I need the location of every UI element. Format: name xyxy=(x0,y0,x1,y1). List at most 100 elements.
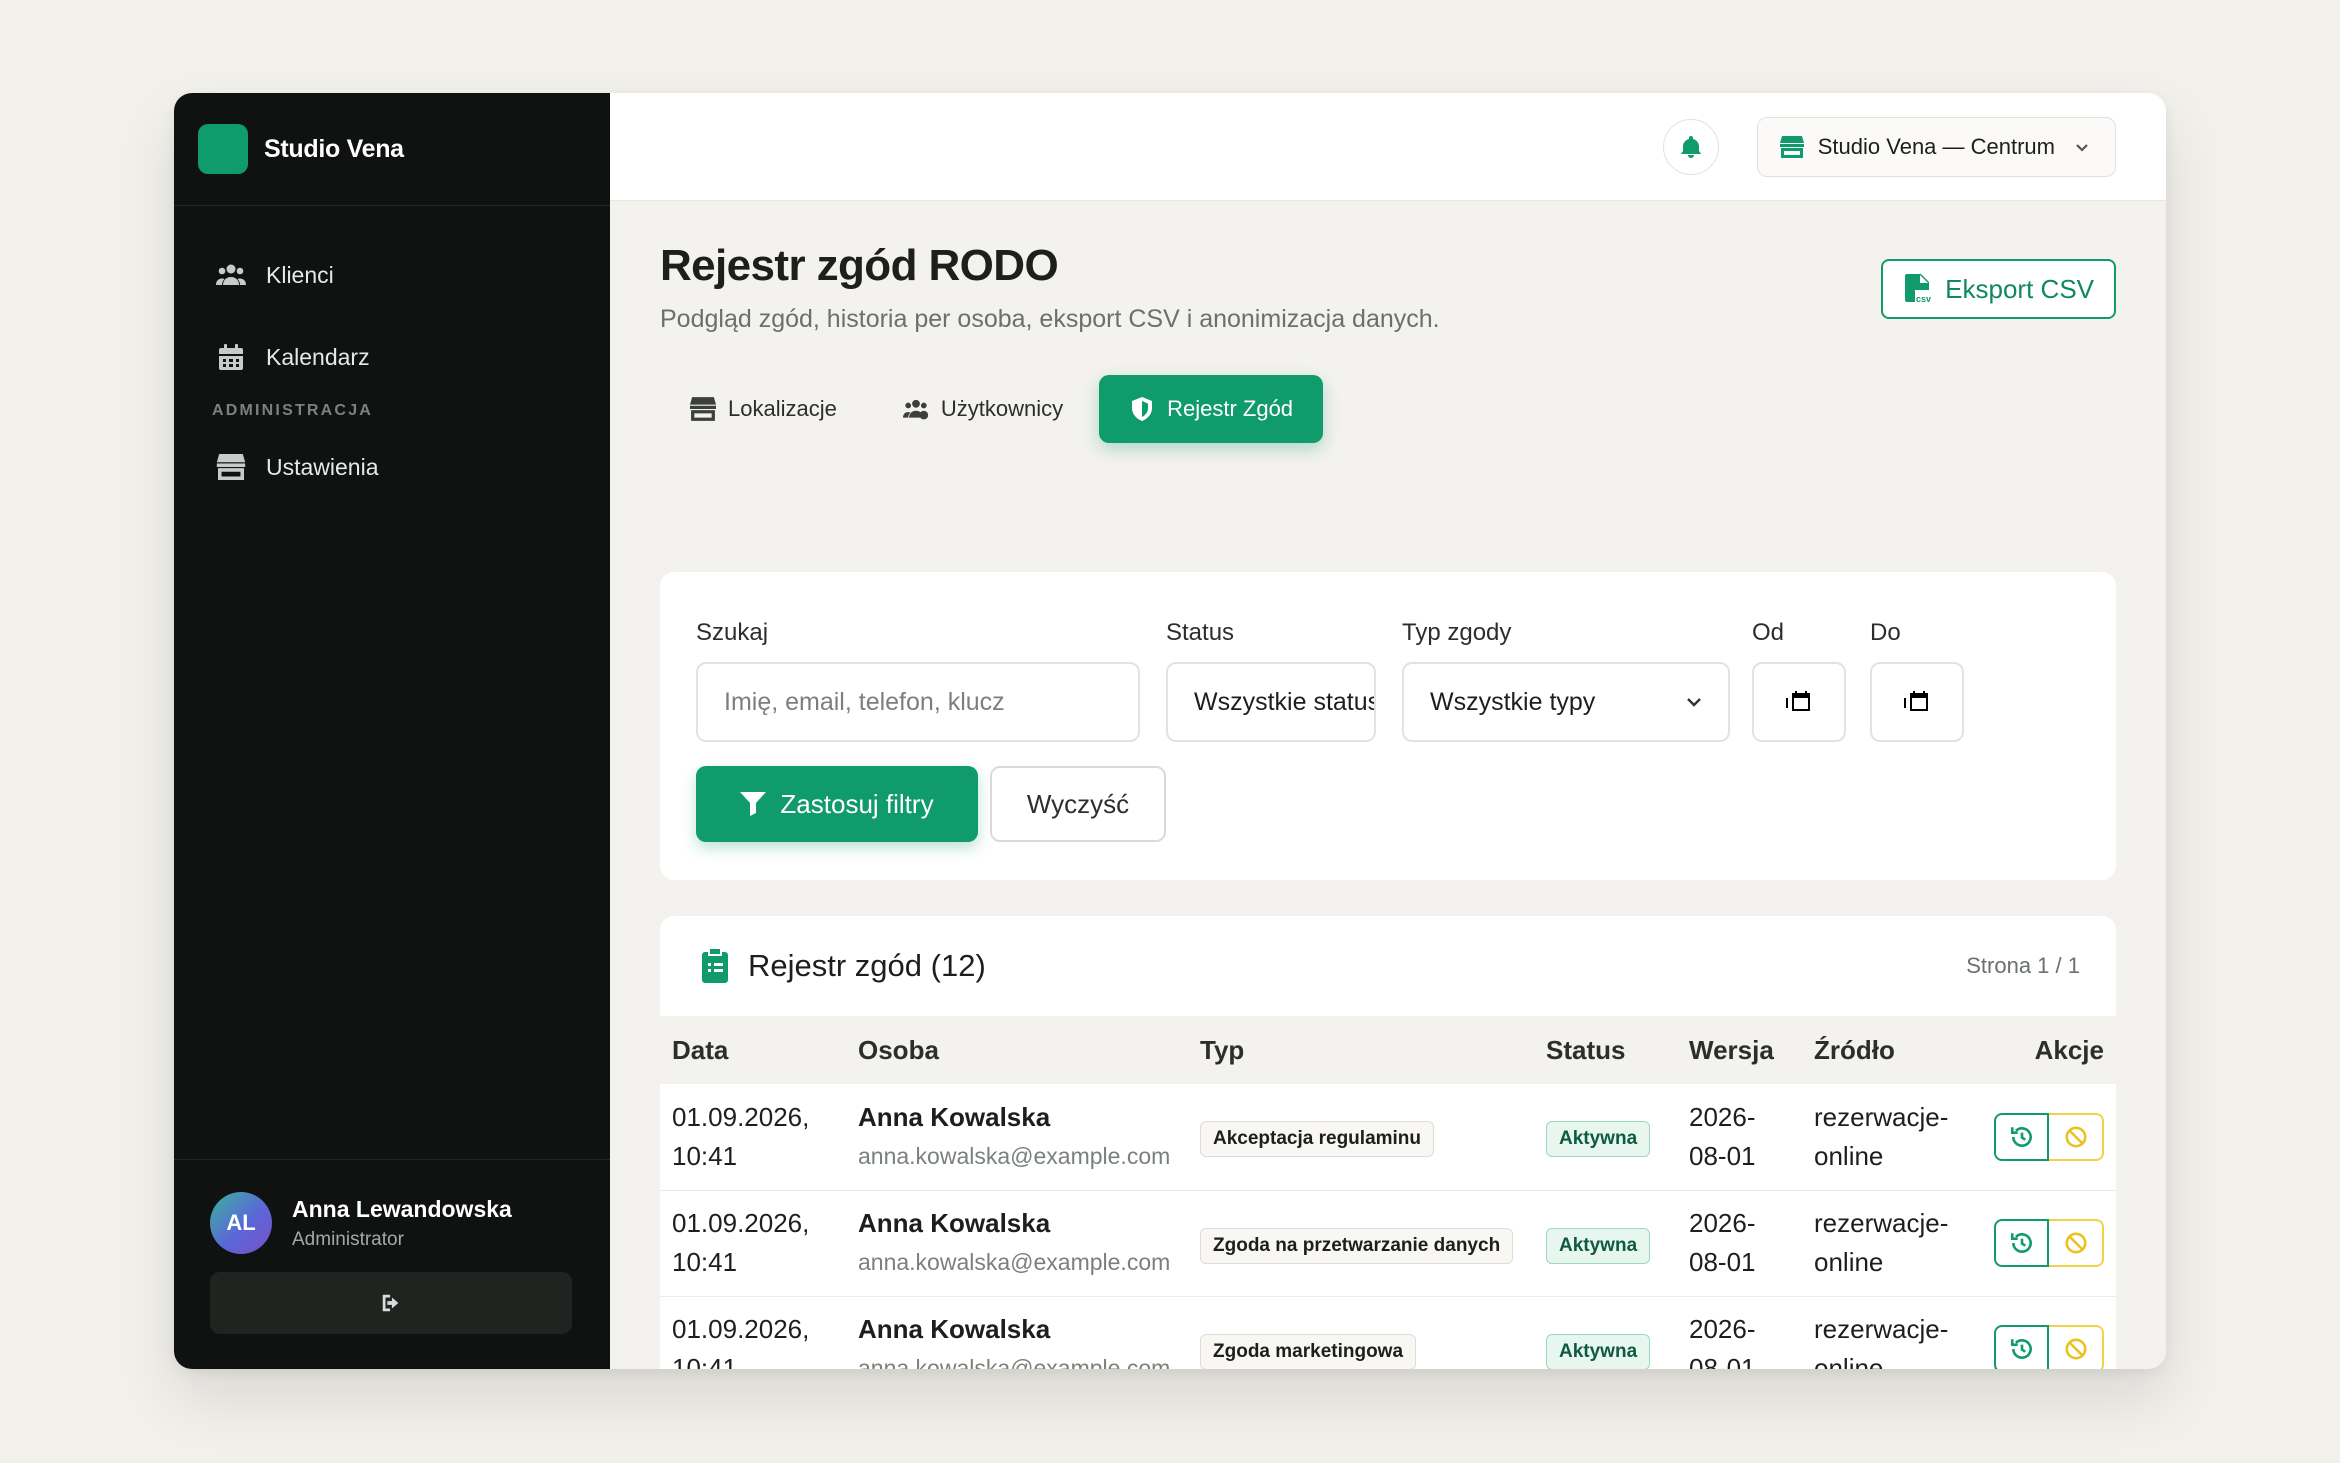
type-cell: Zgoda marketingowa xyxy=(1188,1296,1534,1369)
status-label: Status xyxy=(1166,619,1235,646)
history-button[interactable] xyxy=(1994,1112,2050,1161)
history-button[interactable] xyxy=(1994,1219,2050,1267)
search-label: Szukaj xyxy=(696,619,769,646)
sidebar-footer: AL Anna Lewandowska Administrator xyxy=(174,1159,610,1369)
export-csv-button[interactable]: csv Eksport CSV xyxy=(1881,259,2116,319)
app-window: Studio Vena Klienci Kalendarz ADMINISTRA… xyxy=(174,93,2166,1369)
version-cell: 2026- 08-01 xyxy=(1689,1101,1756,1171)
sidebar-item-label: Kalendarz xyxy=(266,343,370,370)
logout-button[interactable] xyxy=(210,1272,572,1334)
store-icon xyxy=(216,454,246,480)
location-select[interactable]: Studio Vena — Centrum xyxy=(1756,116,2116,177)
person-name: Anna Kowalska xyxy=(858,1101,1051,1132)
calendar-icon xyxy=(1786,691,1810,711)
column-header[interactable]: Status xyxy=(1534,1016,1677,1084)
consent-type-badge: Akceptacja regulaminu xyxy=(1200,1121,1435,1158)
status-cell: Aktywna xyxy=(1534,1190,1677,1296)
table-row[interactable]: 01.09.2026, 10:41 Anna Kowalska anna.kowal… xyxy=(660,1296,2116,1369)
consent-type-select[interactable]: Wszystkie typy xyxy=(1402,662,1730,742)
person-cell: Anna Kowalska anna.kowalska@example.com xyxy=(846,1084,1188,1190)
status-select[interactable]: Wszystkie statusy xyxy=(1166,662,1376,742)
consent-type-badge: Zgoda marketingowa xyxy=(1200,1333,1417,1369)
tab-consent-registry[interactable]: Rejestr Zgód xyxy=(1099,375,1324,443)
anonymize-button[interactable] xyxy=(2049,1325,2104,1369)
location-select-value: Studio Vena — Centrum xyxy=(1817,133,2055,159)
user-profile[interactable]: AL Anna Lewandowska Administrator xyxy=(210,1192,574,1254)
sidebar-item-label: Ustawienia xyxy=(266,453,379,480)
column-header[interactable]: Osoba xyxy=(846,1016,1188,1084)
brand-logo xyxy=(198,124,248,174)
chevron-down-icon xyxy=(2076,143,2088,152)
history-button[interactable] xyxy=(1994,1325,2050,1369)
users-icon xyxy=(216,264,246,285)
user-name: Anna Lewandowska xyxy=(292,1195,512,1222)
date-cell: 01.09.2026, 10:41 xyxy=(672,1314,810,1369)
anonymize-button[interactable] xyxy=(2049,1219,2104,1267)
tab-users[interactable]: Użytkownicy xyxy=(873,375,1093,443)
version-cell: 2026- 08-01 xyxy=(1689,1314,1756,1369)
store-icon xyxy=(690,397,716,421)
svg-text:csv: csv xyxy=(1916,294,1931,304)
apply-filters-button[interactable]: Zastosuj filtry xyxy=(696,766,978,842)
store-icon xyxy=(1779,135,1804,158)
status-cell: Aktywna xyxy=(1534,1084,1677,1190)
sidebar-item-settings[interactable]: Ustawienia xyxy=(174,426,610,508)
page-title: Rejestr zgód RODO xyxy=(660,241,1059,290)
page-subtitle: Podgląd zgód, historia per osoba, ekspor… xyxy=(660,305,1440,333)
topbar: Studio Vena — Centrum xyxy=(610,93,2166,201)
consent-type-badge: Zgoda na przetwarzanie danych xyxy=(1200,1227,1514,1264)
consent-type-label: Typ zgody xyxy=(1402,619,1512,646)
sidebar-nav: Klienci Kalendarz ADMINISTRACJA Ustawien… xyxy=(174,206,610,508)
export-csv-label: Eksport CSV xyxy=(1945,273,2094,304)
sidebar: Studio Vena Klienci Kalendarz ADMINISTRA… xyxy=(174,93,610,1369)
chevron-down-icon xyxy=(1687,698,1701,707)
table-row[interactable]: 01.09.2026, 10:41 Anna Kowalska anna.kowal… xyxy=(660,1084,2116,1190)
person-email: anna.kowalska@example.com xyxy=(858,1249,1171,1275)
tab-label: Rejestr Zgód xyxy=(1167,396,1294,421)
column-header[interactable]: Źródło xyxy=(1802,1016,1982,1084)
page-header: Rejestr zgód RODO Podgląd zgód, historia… xyxy=(660,201,2116,371)
table-title: Rejestr zgód (12) xyxy=(748,948,986,983)
sidebar-item-calendar[interactable]: Kalendarz xyxy=(174,316,610,398)
search-input[interactable]: Imię, email, telefon, klucz xyxy=(696,662,1140,742)
avatar: AL xyxy=(210,1192,272,1254)
table-row[interactable]: 01.09.2026, 10:41 Anna Kowalska anna.kowal… xyxy=(660,1190,2116,1296)
user-role: Administrator xyxy=(292,1228,404,1250)
type-cell: Akceptacja regulaminu xyxy=(1188,1084,1534,1190)
date-cell: 01.09.2026, 10:41 xyxy=(672,1208,810,1277)
brand[interactable]: Studio Vena xyxy=(174,93,610,206)
consent-type-value: Wszystkie typy xyxy=(1430,687,1596,716)
notifications-button[interactable] xyxy=(1662,118,1719,175)
page-content: Rejestr zgód RODO Podgląd zgód, historia… xyxy=(660,201,2116,1369)
ban-icon xyxy=(2064,1232,2087,1254)
date-from-input[interactable] xyxy=(1752,662,1846,742)
tab-label: Lokalizacje xyxy=(728,396,837,421)
person-email: anna.kowalska@example.com xyxy=(858,1355,1171,1369)
clipboard-icon xyxy=(702,949,728,983)
brand-name: Studio Vena xyxy=(264,134,404,163)
ban-icon xyxy=(2064,1126,2087,1148)
person-name: Anna Kowalska xyxy=(858,1208,1051,1238)
filter-icon xyxy=(740,792,767,816)
date-cell: 01.09.2026, 10:41 xyxy=(672,1101,810,1171)
person-name: Anna Kowalska xyxy=(858,1314,1051,1344)
filter-panel: Szukaj Imię, email, telefon, klucz Statu… xyxy=(660,572,2116,880)
person-cell: Anna Kowalska anna.kowalska@example.com xyxy=(846,1296,1188,1369)
tabs: Lokalizacje Użytkownicy Rejestr Zgód xyxy=(660,375,1329,443)
column-header[interactable]: Wersja xyxy=(1677,1016,1802,1084)
column-header[interactable]: Typ xyxy=(1188,1016,1534,1084)
calendar-icon xyxy=(219,344,243,370)
anonymize-button[interactable] xyxy=(2049,1112,2104,1161)
history-icon xyxy=(2010,1233,2032,1253)
sidebar-item-clients[interactable]: Klienci xyxy=(174,234,610,316)
column-header[interactable]: Data xyxy=(660,1016,846,1084)
sidebar-item-label: Klienci xyxy=(266,261,334,288)
status-cell: Aktywna xyxy=(1534,1296,1677,1369)
sidebar-section-admin: ADMINISTRACJA xyxy=(212,402,374,419)
date-to-input[interactable] xyxy=(1870,662,1964,742)
source-cell: rezerwacje-online xyxy=(1814,1208,1949,1277)
tab-locations[interactable]: Lokalizacje xyxy=(660,375,867,443)
history-icon xyxy=(2010,1339,2032,1359)
clear-filters-button[interactable]: Wyczyść xyxy=(990,766,1166,842)
history-icon xyxy=(2010,1126,2032,1147)
